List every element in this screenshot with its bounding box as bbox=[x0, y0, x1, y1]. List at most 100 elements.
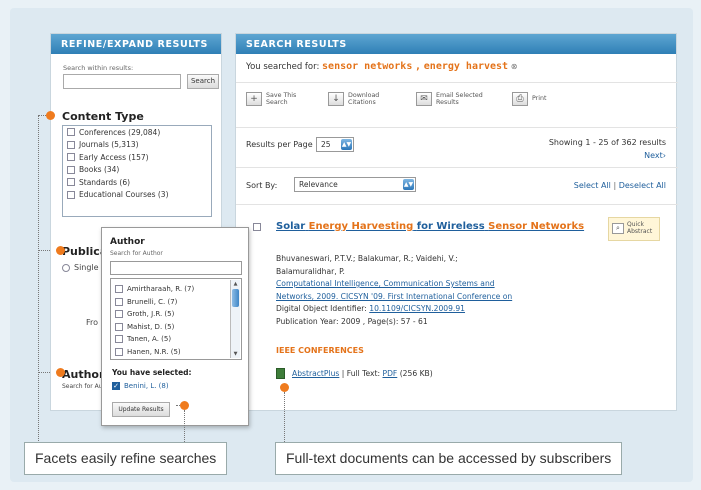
checkbox[interactable] bbox=[115, 297, 123, 306]
save-search-button[interactable]: + Save This Search bbox=[246, 92, 296, 106]
checkbox[interactable] bbox=[115, 322, 123, 331]
print-icon: ⎙ bbox=[512, 92, 528, 106]
results-count: Showing 1 - 25 of 362 results Next› bbox=[548, 138, 666, 160]
divider bbox=[236, 127, 678, 128]
checkbox[interactable] bbox=[67, 128, 75, 137]
publication-year-line: Publication Year: 2009 , Page(s): 57 - 6… bbox=[276, 316, 428, 326]
checkbox[interactable] bbox=[115, 335, 123, 344]
scroll-up-icon[interactable]: ▲ bbox=[232, 281, 239, 287]
callout-dot bbox=[180, 401, 189, 410]
callout-fulltext: Full-text documents can be accessed by s… bbox=[275, 442, 623, 475]
doi-line: Digital Object Identifier: 10.1109/CICSY… bbox=[276, 304, 466, 313]
year-from-label: Fro bbox=[86, 318, 99, 327]
print-button[interactable]: ⎙ Print bbox=[512, 92, 547, 106]
content-type-item[interactable]: Journals (5,313) bbox=[63, 139, 211, 152]
email-icon: ✉ bbox=[416, 92, 432, 106]
callout-connector bbox=[38, 115, 39, 445]
checkbox[interactable] bbox=[67, 140, 75, 149]
author-search-input[interactable] bbox=[110, 261, 242, 275]
callout-facets: Facets easily refine searches bbox=[24, 442, 228, 475]
sort-by-select[interactable]: Relevance ▲▼ bbox=[294, 177, 416, 192]
author-facet-popup: Author Search for Author Amirtharaah, R.… bbox=[101, 227, 249, 426]
doi-link[interactable]: 10.1109/CICSYN.2009.91 bbox=[369, 304, 465, 313]
divider bbox=[236, 204, 678, 205]
author-list: Amirtharaah, R. (7) Brunelli, C. (7) Gro… bbox=[110, 278, 242, 360]
chevron-down-icon: ▲▼ bbox=[341, 139, 352, 150]
publication-link[interactable]: Networks, 2009. CICSYN '09. First Intern… bbox=[276, 291, 621, 304]
author-search-label: Search for Author bbox=[62, 383, 104, 390]
document-icon bbox=[276, 368, 285, 379]
single-year-option[interactable]: Single bbox=[62, 263, 99, 272]
search-results-panel: SEARCH RESULTS You searched for: sensor … bbox=[235, 33, 678, 411]
author-facet-title: Author bbox=[62, 368, 105, 381]
update-results-button[interactable]: Update Results bbox=[112, 402, 170, 417]
download-icon: ↓ bbox=[328, 92, 344, 106]
pdf-link[interactable]: PDF bbox=[382, 369, 397, 378]
content-type-item[interactable]: Early Access (157) bbox=[63, 151, 211, 164]
content-type-item[interactable]: Books (34) bbox=[63, 164, 211, 177]
search-within-label: Search within results: bbox=[63, 64, 134, 72]
callout-dot bbox=[280, 383, 289, 392]
results-per-page-select[interactable]: 25 ▲▼ bbox=[316, 137, 354, 152]
callout-connector bbox=[284, 392, 285, 442]
venue-label: IEEE CONFERENCES bbox=[276, 346, 364, 355]
select-all-link[interactable]: Select All bbox=[574, 181, 611, 190]
checkbox[interactable] bbox=[67, 190, 75, 199]
download-citations-button[interactable]: ↓ Download Citations bbox=[328, 92, 379, 106]
deselect-all-link[interactable]: Deselect All bbox=[619, 181, 666, 190]
result-title-link[interactable]: Solar Energy Harvesting for Wireless Sen… bbox=[276, 221, 596, 233]
checked-checkbox[interactable]: ✓ bbox=[112, 382, 120, 390]
publication-link[interactable]: Computational Intelligence, Communicatio… bbox=[276, 278, 621, 291]
email-selected-button[interactable]: ✉ Email Selected Results bbox=[416, 92, 483, 106]
search-term: energy harvest bbox=[423, 61, 509, 72]
popup-search-label: Search for Author bbox=[110, 250, 163, 257]
author-item[interactable]: Tanen, A. (5) bbox=[111, 333, 241, 346]
callout-connector bbox=[184, 410, 185, 442]
results-header: SEARCH RESULTS bbox=[236, 34, 676, 54]
search-within-button[interactable]: Search bbox=[187, 74, 219, 89]
checkbox[interactable] bbox=[67, 178, 75, 187]
author-item[interactable]: Amirtharaah, R. (7) bbox=[111, 283, 241, 296]
scrollbar-thumb[interactable] bbox=[232, 289, 239, 307]
content-type-item[interactable]: Conferences (29,084) bbox=[63, 126, 211, 139]
content-type-item[interactable]: Standards (6) bbox=[63, 176, 211, 189]
next-page-link[interactable]: Next› bbox=[644, 151, 666, 160]
callout-connector bbox=[38, 372, 50, 373]
sidebar-header: REFINE/EXPAND RESULTS bbox=[51, 34, 221, 54]
select-links: Select All | Deselect All bbox=[573, 181, 666, 190]
selected-author[interactable]: ✓ Benini, L. (8) bbox=[112, 382, 169, 390]
result-authors: Bhuvaneswari, P.T.V.; Balakumar, R.; Vai… bbox=[276, 254, 458, 263]
radio[interactable] bbox=[62, 263, 70, 272]
save-icon: + bbox=[246, 92, 262, 106]
checkbox[interactable] bbox=[115, 285, 123, 294]
author-item[interactable]: Groth, J.R. (5) bbox=[111, 308, 241, 321]
author-item[interactable]: Brunelli, C. (7) bbox=[111, 296, 241, 309]
result-authors: Balamuralidhar, P. bbox=[276, 266, 345, 276]
result-checkbox[interactable] bbox=[253, 223, 261, 231]
abstract-plus-link[interactable]: AbstractPlus bbox=[292, 369, 339, 378]
results-toolbar: + Save This Search ↓ Download Citations ✉ Ema… bbox=[246, 92, 666, 118]
results-per-page-label: Results per Page bbox=[246, 140, 313, 149]
callout-connector bbox=[38, 250, 50, 251]
checkbox[interactable] bbox=[115, 310, 123, 319]
content-type-item[interactable]: Educational Courses (3) bbox=[63, 189, 211, 202]
chevron-down-icon: ▲▼ bbox=[403, 179, 414, 190]
result-details: Bhuvaneswari, P.T.V.; Balakumar, R.; Vai… bbox=[276, 253, 621, 328]
scroll-down-icon[interactable]: ▼ bbox=[232, 351, 239, 357]
checkbox[interactable] bbox=[67, 153, 75, 162]
magnifier-icon: ⌕ bbox=[612, 223, 624, 234]
callout-dot bbox=[46, 111, 55, 120]
selected-heading: You have selected: bbox=[112, 368, 192, 377]
sort-by-label: Sort By: bbox=[246, 181, 278, 190]
checkbox[interactable] bbox=[67, 165, 75, 174]
callout-dot bbox=[56, 368, 65, 377]
author-item[interactable]: Mahist, D. (5) bbox=[111, 321, 241, 334]
checkbox[interactable] bbox=[115, 347, 123, 356]
search-within-input[interactable] bbox=[63, 74, 181, 89]
remove-term-icon[interactable]: ⊗ bbox=[511, 62, 518, 71]
author-item[interactable]: Hanen, N.R. (5) bbox=[111, 346, 241, 359]
fulltext-row: AbstractPlus | Full Text: PDF (256 KB) bbox=[276, 368, 433, 379]
author-list-scrollbar[interactable]: ▲ ▼ bbox=[230, 280, 240, 358]
quick-abstract-button[interactable]: ⌕ Quick Abstract bbox=[608, 217, 660, 241]
searched-for-line: You searched for: sensor networks , ener… bbox=[246, 61, 518, 72]
